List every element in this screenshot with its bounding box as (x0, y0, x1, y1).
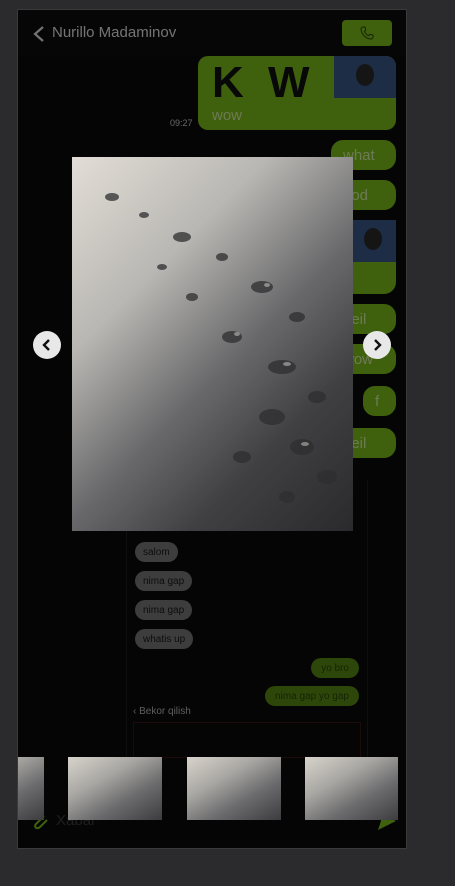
previous-image-button[interactable] (33, 331, 61, 359)
thumbnail[interactable] (18, 757, 44, 820)
next-image-button[interactable] (363, 331, 391, 359)
media-viewer-image (72, 157, 353, 531)
thumbnail[interactable] (187, 757, 281, 820)
thumbnail-strip (18, 757, 398, 820)
chevron-left-icon (42, 339, 50, 351)
thumbnail[interactable] (305, 757, 398, 820)
water-droplet-photo (105, 193, 337, 503)
thumbnail[interactable] (68, 757, 162, 820)
chevron-right-icon (374, 339, 382, 351)
